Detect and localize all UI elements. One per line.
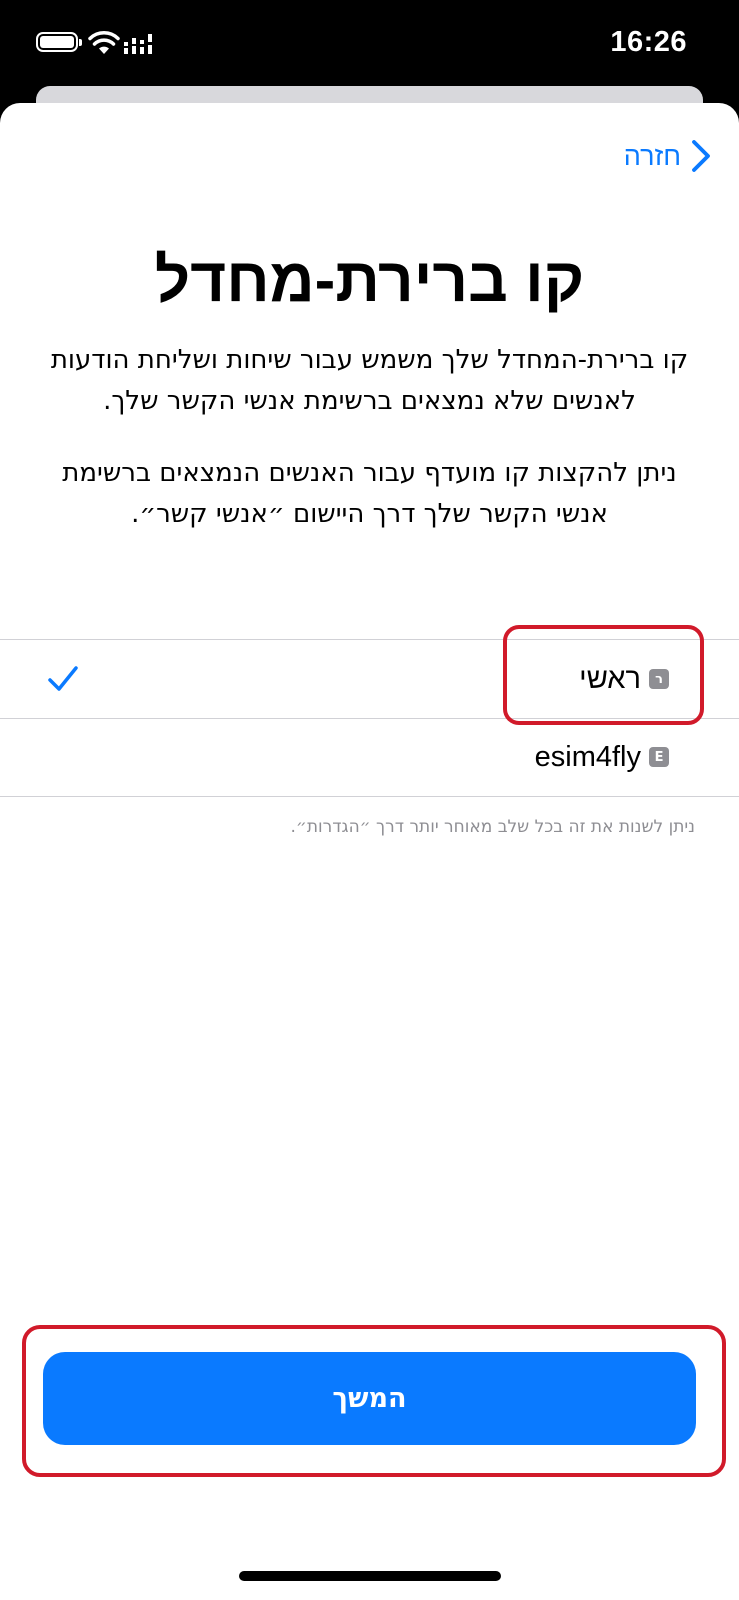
highlight-annotation-primary-line xyxy=(503,625,704,725)
battery-icon xyxy=(36,32,82,52)
description-paragraph-1: קו ברירת-המחדל שלך משמש עבור שיחות ושליח… xyxy=(50,345,689,416)
line-label: esim4fly xyxy=(534,740,641,773)
chevron-right-icon xyxy=(692,140,710,172)
description-paragraph-2: ניתן להקצות קו מועדף עבור האנשים הנמצאים… xyxy=(62,458,677,529)
checkmark-icon xyxy=(48,666,78,691)
signal-icon xyxy=(124,34,152,54)
line-option-esim4fly[interactable]: E esim4fly xyxy=(0,718,739,796)
back-label: חזרה xyxy=(623,140,681,171)
wifi-icon xyxy=(88,31,120,54)
home-indicator xyxy=(239,1571,501,1581)
status-bar: 16:26 xyxy=(0,0,739,95)
line-badge: E xyxy=(649,747,669,767)
default-line-sheet: חזרה קו ברירת-מחדל קו ברירת-המחדל שלך מש… xyxy=(0,103,739,1600)
page-title: קו ברירת-מחדל xyxy=(154,246,585,315)
line-option-content: E esim4fly xyxy=(535,718,669,796)
back-button[interactable]: חזרה xyxy=(624,136,711,176)
status-time: 16:26 xyxy=(610,26,687,58)
continue-button[interactable]: המשך xyxy=(43,1352,696,1445)
footnote-text: ניתן לשנות את זה בכל שלב מאוחר יותר דרך … xyxy=(290,817,695,837)
